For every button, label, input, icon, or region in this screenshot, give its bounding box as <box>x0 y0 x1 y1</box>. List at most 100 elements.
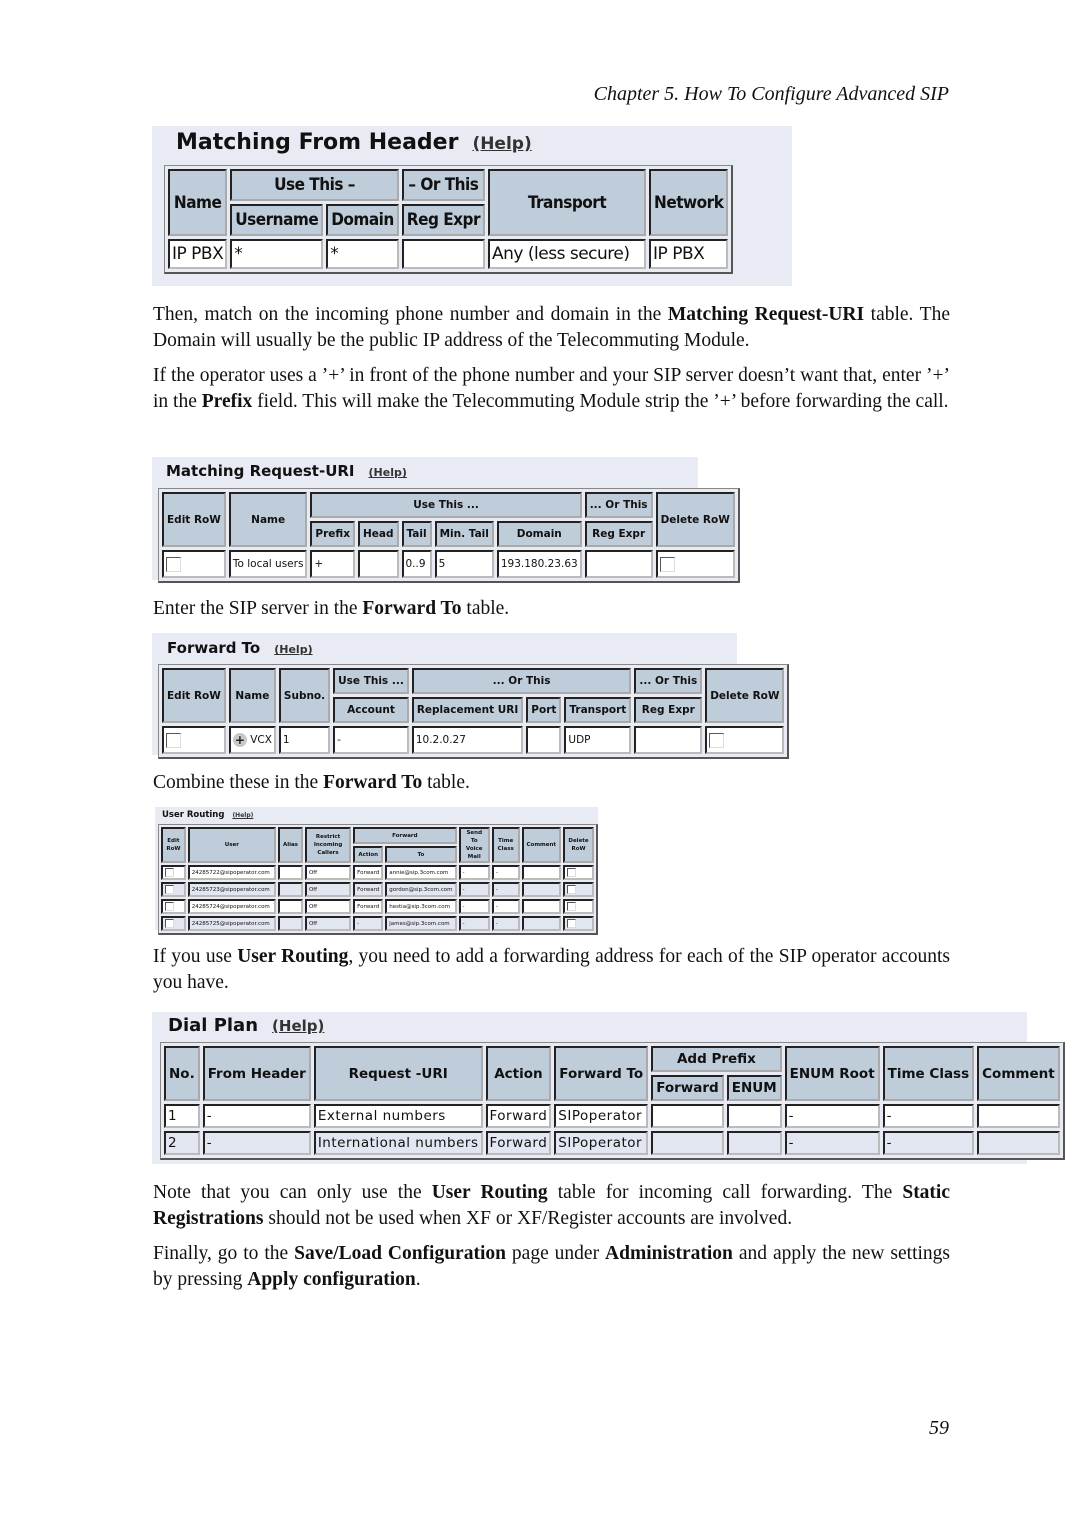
table-row: 1 - External numbers Forward SIPoperator… <box>164 1104 1060 1128</box>
reg-expr-field[interactable] <box>401 239 486 269</box>
port-field[interactable] <box>526 726 562 754</box>
user-field[interactable]: 24285722@sipoperator.com <box>187 865 276 880</box>
time-class-select[interactable]: - <box>491 916 520 931</box>
comment-field[interactable] <box>521 865 562 880</box>
prefix-enum-field[interactable] <box>726 1104 782 1128</box>
alias-field[interactable] <box>277 899 303 914</box>
voicemail-select[interactable]: - <box>458 865 490 880</box>
alias-field[interactable] <box>277 882 303 897</box>
action-select[interactable]: Forward <box>353 865 384 880</box>
edit-row-checkbox[interactable] <box>166 732 181 748</box>
enum-root-select[interactable]: - <box>784 1104 880 1128</box>
delete-row-checkbox[interactable] <box>567 885 577 894</box>
restrict-select[interactable]: Off <box>304 899 352 914</box>
paragraph-1: Then, match on the incoming phone number… <box>153 304 950 351</box>
edit-row-checkbox[interactable] <box>165 868 174 877</box>
col-use-this: Use This ... <box>310 492 582 518</box>
comment-field[interactable] <box>977 1131 1060 1155</box>
dial-plan-panel: Dial Plan (Help) No. From Header Request … <box>152 1012 1065 1164</box>
delete-row-cell <box>563 882 594 897</box>
request-uri-select[interactable]: International numbers <box>313 1131 483 1155</box>
forward-to-select[interactable]: SIPoperator <box>554 1104 649 1128</box>
action-select[interactable]: Forward <box>353 882 384 897</box>
enum-root-select[interactable]: - <box>784 1131 880 1155</box>
replacement-uri-field[interactable]: 10.2.0.27 <box>411 726 524 754</box>
no-field[interactable]: 2 <box>164 1131 200 1155</box>
help-link[interactable]: (Help) <box>272 1017 324 1035</box>
name-field[interactable]: To local users <box>228 550 308 578</box>
from-header-select[interactable]: - <box>202 1131 311 1155</box>
domain-field[interactable]: 193.180.23.63 <box>496 550 582 578</box>
voicemail-select[interactable]: - <box>458 899 490 914</box>
voicemail-select[interactable]: - <box>458 882 490 897</box>
to-field[interactable]: hestia@sip.3com.com <box>385 899 457 914</box>
name-field[interactable]: IP PBX <box>168 239 228 269</box>
alias-field[interactable] <box>277 916 303 931</box>
action-select[interactable]: Forward <box>353 899 384 914</box>
subno-field[interactable]: 1 <box>278 726 331 754</box>
delete-row-checkbox[interactable] <box>567 919 577 928</box>
time-class-select[interactable]: - <box>491 865 520 880</box>
to-field[interactable]: james@sip.3com.com <box>385 916 457 931</box>
help-link[interactable]: (Help) <box>472 134 531 154</box>
matching-from-header-table: Name Use This – – Or This Transport Netw… <box>165 166 731 272</box>
delete-row-checkbox[interactable] <box>659 556 675 572</box>
to-field[interactable]: annie@sip.3com.com <box>385 865 457 880</box>
edit-row-checkbox[interactable] <box>165 902 174 911</box>
time-class-select[interactable]: - <box>491 899 520 914</box>
edit-row-checkbox[interactable] <box>165 885 174 894</box>
restrict-select[interactable]: Off <box>304 865 352 880</box>
transport-select[interactable]: UDP <box>564 726 632 754</box>
prefix-enum-field[interactable] <box>726 1131 782 1155</box>
restrict-select[interactable]: Off <box>304 916 352 931</box>
col-edit-row: Edit RoW <box>162 492 226 547</box>
delete-row-checkbox[interactable] <box>567 902 577 911</box>
forward-to-select[interactable]: SIPoperator <box>554 1131 649 1155</box>
help-link[interactable]: (Help) <box>369 466 407 479</box>
paragraph-7: Finally, go to the Save/Load Configurati… <box>153 1243 950 1290</box>
account-select[interactable]: - <box>333 726 409 754</box>
domain-field[interactable]: * <box>326 239 399 269</box>
user-field[interactable]: 24285725@sipoperator.com <box>187 916 276 931</box>
edit-row-checkbox[interactable] <box>165 919 174 928</box>
plus-icon[interactable]: + <box>232 733 247 747</box>
user-field[interactable]: 24285724@sipoperator.com <box>187 899 276 914</box>
username-field[interactable]: * <box>230 239 324 269</box>
comment-field[interactable] <box>521 916 562 931</box>
prefix-forward-field[interactable] <box>651 1104 724 1128</box>
user-field[interactable]: 24285723@sipoperator.com <box>187 882 276 897</box>
alias-field[interactable] <box>277 865 303 880</box>
help-link[interactable]: (Help) <box>232 812 253 819</box>
comment-field[interactable] <box>521 882 562 897</box>
time-class-select[interactable]: - <box>882 1131 975 1155</box>
col-prefix-forward: Forward <box>651 1075 724 1101</box>
reg-expr-field[interactable] <box>634 726 703 754</box>
col-delete-row: Delete RoW <box>563 827 594 863</box>
transport-select[interactable]: Any (less secure) <box>488 239 647 269</box>
delete-row-checkbox[interactable] <box>567 868 577 877</box>
tail-field[interactable]: 0..9 <box>401 550 432 578</box>
delete-row-checkbox[interactable] <box>709 732 725 748</box>
prefix-field[interactable]: + <box>310 550 355 578</box>
voicemail-select[interactable]: - <box>458 916 490 931</box>
time-class-select[interactable]: - <box>491 882 520 897</box>
comment-field[interactable] <box>521 899 562 914</box>
action-select[interactable]: - <box>353 916 384 931</box>
request-uri-select[interactable]: External numbers <box>313 1104 483 1128</box>
edit-row-checkbox[interactable] <box>166 556 181 572</box>
comment-field[interactable] <box>977 1104 1060 1128</box>
from-header-select[interactable]: - <box>202 1104 311 1128</box>
no-field[interactable]: 1 <box>164 1104 200 1128</box>
action-select[interactable]: Forward <box>485 1104 552 1128</box>
restrict-select[interactable]: Off <box>304 882 352 897</box>
time-class-select[interactable]: - <box>882 1104 975 1128</box>
network-select[interactable]: IP PBX <box>649 239 729 269</box>
reg-expr-field[interactable] <box>584 550 653 578</box>
col-send-to-voicemail: Send To Voice Mail <box>458 827 490 863</box>
to-field[interactable]: gordon@sip.3com.com <box>385 882 457 897</box>
prefix-forward-field[interactable] <box>651 1131 724 1155</box>
min-tail-field[interactable]: 5 <box>434 550 494 578</box>
help-link[interactable]: (Help) <box>274 643 312 656</box>
head-field[interactable] <box>357 550 399 578</box>
action-select[interactable]: Forward <box>485 1131 552 1155</box>
